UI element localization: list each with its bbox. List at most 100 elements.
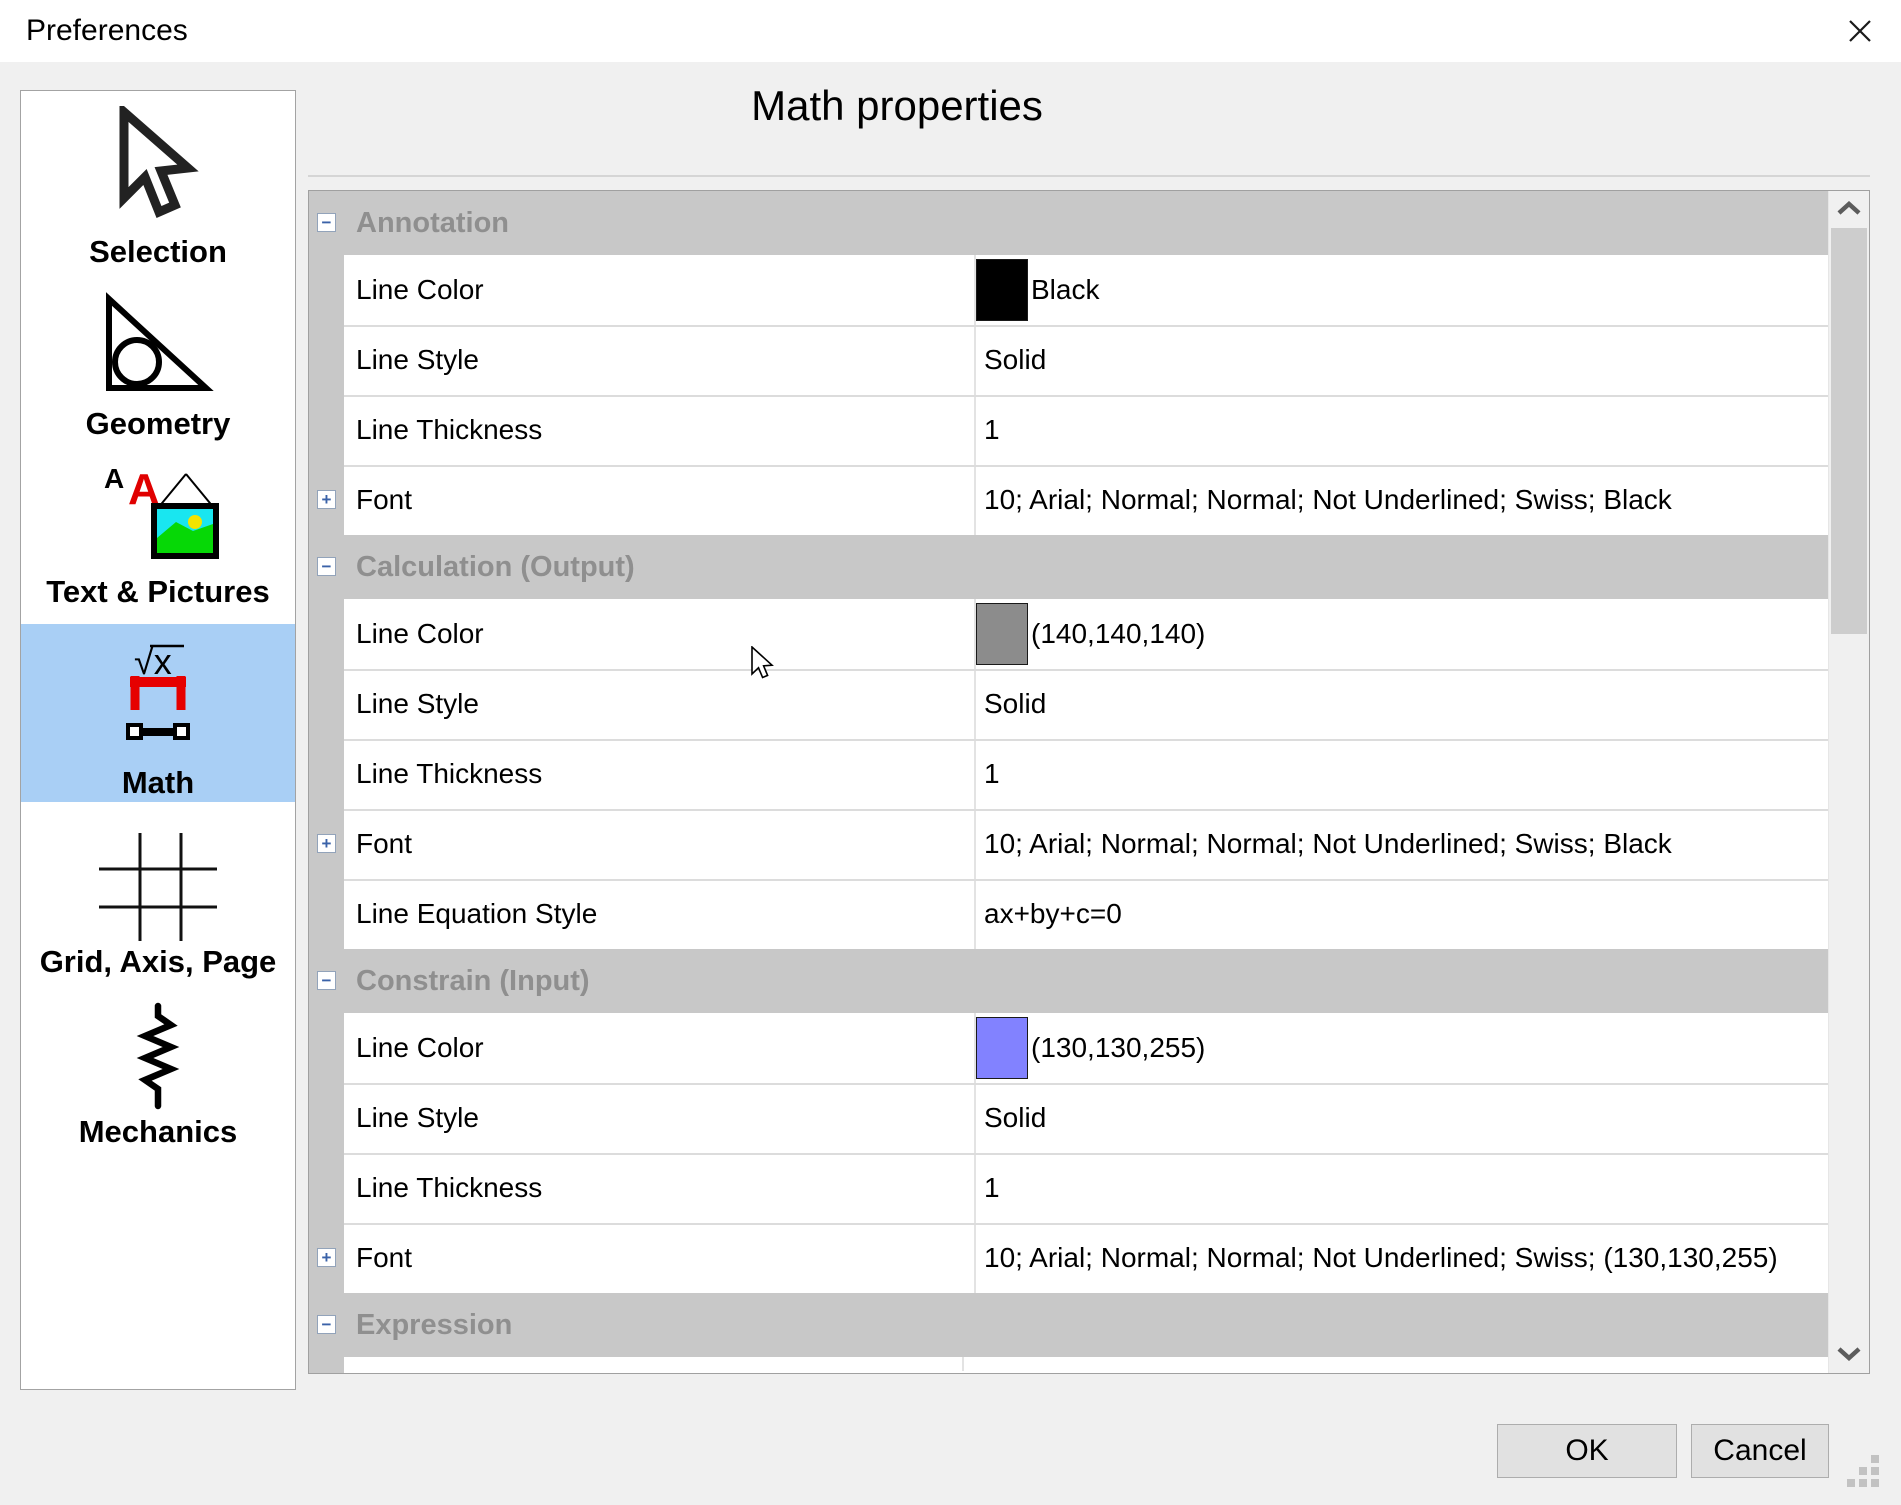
property-value[interactable]: 10; Arial; Normal; Normal; Not Underline… — [974, 809, 1828, 879]
chevron-up-icon — [1837, 201, 1861, 215]
sidebar-item-label: Math — [122, 766, 194, 802]
section-title: Constrain (Input) — [344, 965, 590, 998]
partial-row — [309, 1357, 1828, 1371]
property-row[interactable]: + Font 10; Arial; Normal; Normal; Not Unde… — [309, 465, 1828, 535]
collapse-section-button[interactable]: − — [317, 557, 336, 576]
property-value-text: ax+by+c=0 — [984, 898, 1122, 930]
sidebar-item-label: Text & Pictures — [46, 575, 269, 611]
property-label: Line Style — [344, 669, 974, 739]
scrollbar-thumb[interactable] — [1831, 228, 1867, 634]
property-value[interactable]: 10; Arial; Normal; Normal; Not Underline… — [974, 1223, 1828, 1293]
property-value-text: Black — [1031, 274, 1099, 306]
titlebar: Preferences — [0, 0, 1901, 62]
sqrt-measure-icon: √x — [120, 640, 196, 750]
section-header[interactable]: −Expression — [309, 1293, 1828, 1357]
close-icon — [1847, 18, 1873, 44]
color-swatch-icon — [976, 259, 1028, 321]
scroll-up-button[interactable] — [1829, 191, 1869, 225]
property-value-text: 10; Arial; Normal; Normal; Not Underline… — [984, 828, 1672, 860]
color-swatch-icon — [976, 603, 1028, 665]
resize-grip-icon[interactable] — [1843, 1451, 1879, 1487]
property-grid: −AnnotationLine ColorBlackLine StyleSoli… — [308, 190, 1870, 1374]
title-separator — [308, 175, 1870, 177]
property-label: Line Thickness — [344, 739, 974, 809]
expand-font-button[interactable]: + — [317, 1248, 336, 1267]
preferences-dialog: Preferences Math properties Selection Ge… — [0, 0, 1901, 1505]
close-button[interactable] — [1837, 10, 1883, 52]
property-row[interactable]: Line Thickness1 — [309, 1153, 1828, 1223]
property-label: Font — [344, 1223, 974, 1293]
sidebar-item-text-pictures[interactable]: A A Text & Pictures — [21, 453, 295, 611]
property-value[interactable]: (130,130,255) — [974, 1013, 1828, 1083]
property-value[interactable]: ax+by+c=0 — [974, 879, 1828, 949]
collapse-section-button[interactable]: − — [317, 971, 336, 990]
color-swatch-icon — [976, 1017, 1028, 1079]
set-square-circle-icon — [100, 292, 216, 396]
section-title: Annotation — [344, 207, 509, 240]
scroll-down-button[interactable] — [1829, 1337, 1869, 1371]
property-value[interactable]: 1 — [974, 395, 1828, 465]
property-row[interactable]: Line Color(140,140,140) — [309, 599, 1828, 669]
property-row[interactable]: Line StyleSolid — [309, 325, 1828, 395]
property-value-text: (130,130,255) — [1031, 1032, 1205, 1064]
sidebar-item-label: Geometry — [86, 407, 231, 443]
sidebar-item-label: Mechanics — [79, 1115, 238, 1151]
property-value[interactable]: Solid — [974, 325, 1828, 395]
property-value[interactable]: Solid — [974, 1083, 1828, 1153]
collapse-section-button[interactable]: − — [317, 213, 336, 232]
chevron-down-icon — [1837, 1347, 1861, 1361]
property-row[interactable]: Line Style Solid — [309, 1083, 1828, 1153]
sidebar-item-label: Grid, Axis, Page — [40, 945, 277, 981]
property-row[interactable]: Line Color Black — [309, 255, 1828, 325]
property-value-text: (140,140,140) — [1031, 618, 1205, 650]
window-title: Preferences — [26, 14, 188, 48]
property-row[interactable]: Line Equation Styleax+by+c=0 — [309, 879, 1828, 949]
property-value[interactable]: Solid — [974, 669, 1828, 739]
property-value[interactable]: 1 — [974, 739, 1828, 809]
property-row[interactable]: + Font 10; Arial; Normal; Normal; Not Unde… — [309, 1223, 1828, 1293]
property-label: Line Style — [344, 325, 974, 395]
sidebar-item-label: Selection — [89, 235, 227, 271]
property-row[interactable]: Line Color(130,130,255) — [309, 1013, 1828, 1083]
expand-font-button[interactable]: + — [317, 490, 336, 509]
sidebar-item-selection[interactable]: Selection — [21, 99, 295, 271]
property-value-text: 10; Arial; Normal; Normal; Not Underline… — [984, 484, 1672, 516]
property-value-text: 10; Arial; Normal; Normal; Not Underline… — [984, 1242, 1778, 1274]
cancel-button[interactable]: Cancel — [1691, 1424, 1829, 1478]
property-value-text: 1 — [984, 758, 1000, 790]
property-label: Font — [344, 465, 974, 535]
ok-button[interactable]: OK — [1497, 1424, 1677, 1478]
svg-text:A: A — [104, 463, 124, 494]
property-value[interactable]: 10; Arial; Normal; Normal; Not Underline… — [974, 465, 1828, 535]
cursor-arrow-icon — [112, 106, 204, 228]
expand-font-button[interactable]: + — [317, 834, 336, 853]
property-value-text: 1 — [984, 1172, 1000, 1204]
property-row[interactable]: Line Style Solid — [309, 669, 1828, 739]
sidebar-item-geometry[interactable]: Geometry — [21, 281, 295, 443]
property-row[interactable]: + Font 10; Arial; Normal; Normal; Not Unde… — [309, 809, 1828, 879]
section-header[interactable]: −Annotation — [309, 191, 1828, 255]
section-title: Expression — [344, 1309, 512, 1342]
property-label: Font — [344, 809, 974, 879]
property-value[interactable]: Black — [974, 255, 1828, 325]
section-header[interactable]: −Constrain (Input) — [309, 949, 1828, 1013]
page-title: Math properties — [310, 82, 1484, 130]
vertical-scrollbar[interactable] — [1828, 191, 1869, 1373]
property-label: Line Color — [344, 255, 974, 325]
property-value[interactable]: 1 — [974, 1153, 1828, 1223]
property-label: Line Thickness — [344, 395, 974, 465]
category-sidebar: Selection Geometry A A Text & Pictures √… — [20, 90, 296, 1390]
property-value-text: Solid — [984, 688, 1046, 720]
property-label: Line Style — [344, 1083, 974, 1153]
section-header[interactable]: −Calculation (Output) — [309, 535, 1828, 599]
property-value[interactable]: (140,140,140) — [974, 599, 1828, 669]
property-row[interactable]: Line Thickness 1 — [309, 739, 1828, 809]
property-value-text: Solid — [984, 1102, 1046, 1134]
sidebar-item-math[interactable]: √x Math — [21, 624, 295, 802]
collapse-section-button[interactable]: − — [317, 1315, 336, 1334]
sidebar-item-mechanics[interactable]: Mechanics — [21, 999, 295, 1151]
sidebar-item-grid-axis-page[interactable]: Grid, Axis, Page — [21, 829, 295, 981]
grid-icon — [93, 829, 223, 945]
letters-picture-icon: A A — [96, 458, 220, 570]
property-row[interactable]: Line Thickness1 — [309, 395, 1828, 465]
